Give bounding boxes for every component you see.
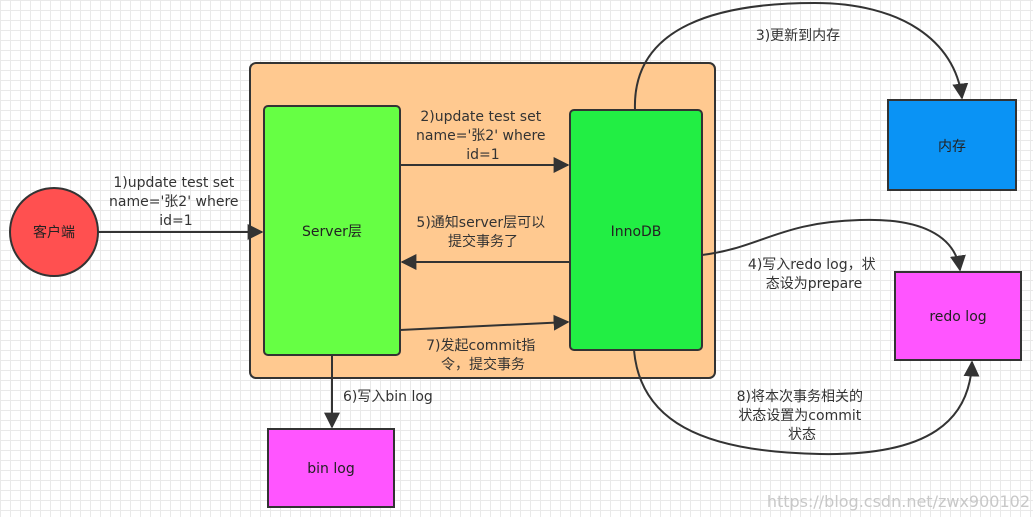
redo-log-label: redo log xyxy=(929,309,986,325)
client-label: 客户端 xyxy=(33,224,75,241)
label-step6: 6)写入bin log xyxy=(343,389,433,405)
label-step1: 1)update test set name='张2' where id=1 xyxy=(109,175,243,229)
memory-label: 内存 xyxy=(938,139,966,155)
flow-diagram: 客户端 Server层 InnoDB 内存 redo log bin log 1… xyxy=(9,1,1030,511)
innodb-label: InnoDB xyxy=(611,224,662,240)
bin-log-label: bin log xyxy=(307,461,354,477)
label-step8: 8)将本次事务相关的 状态设置为commit 状态 xyxy=(737,389,868,443)
watermark: https://blog.csdn.net/zwx900102 xyxy=(767,492,1030,511)
server-layer-label: Server层 xyxy=(302,224,362,240)
label-step3: 3)更新到内存 xyxy=(756,28,840,44)
label-step4: 4)写入redo log，状 态设为prepare xyxy=(748,257,880,292)
